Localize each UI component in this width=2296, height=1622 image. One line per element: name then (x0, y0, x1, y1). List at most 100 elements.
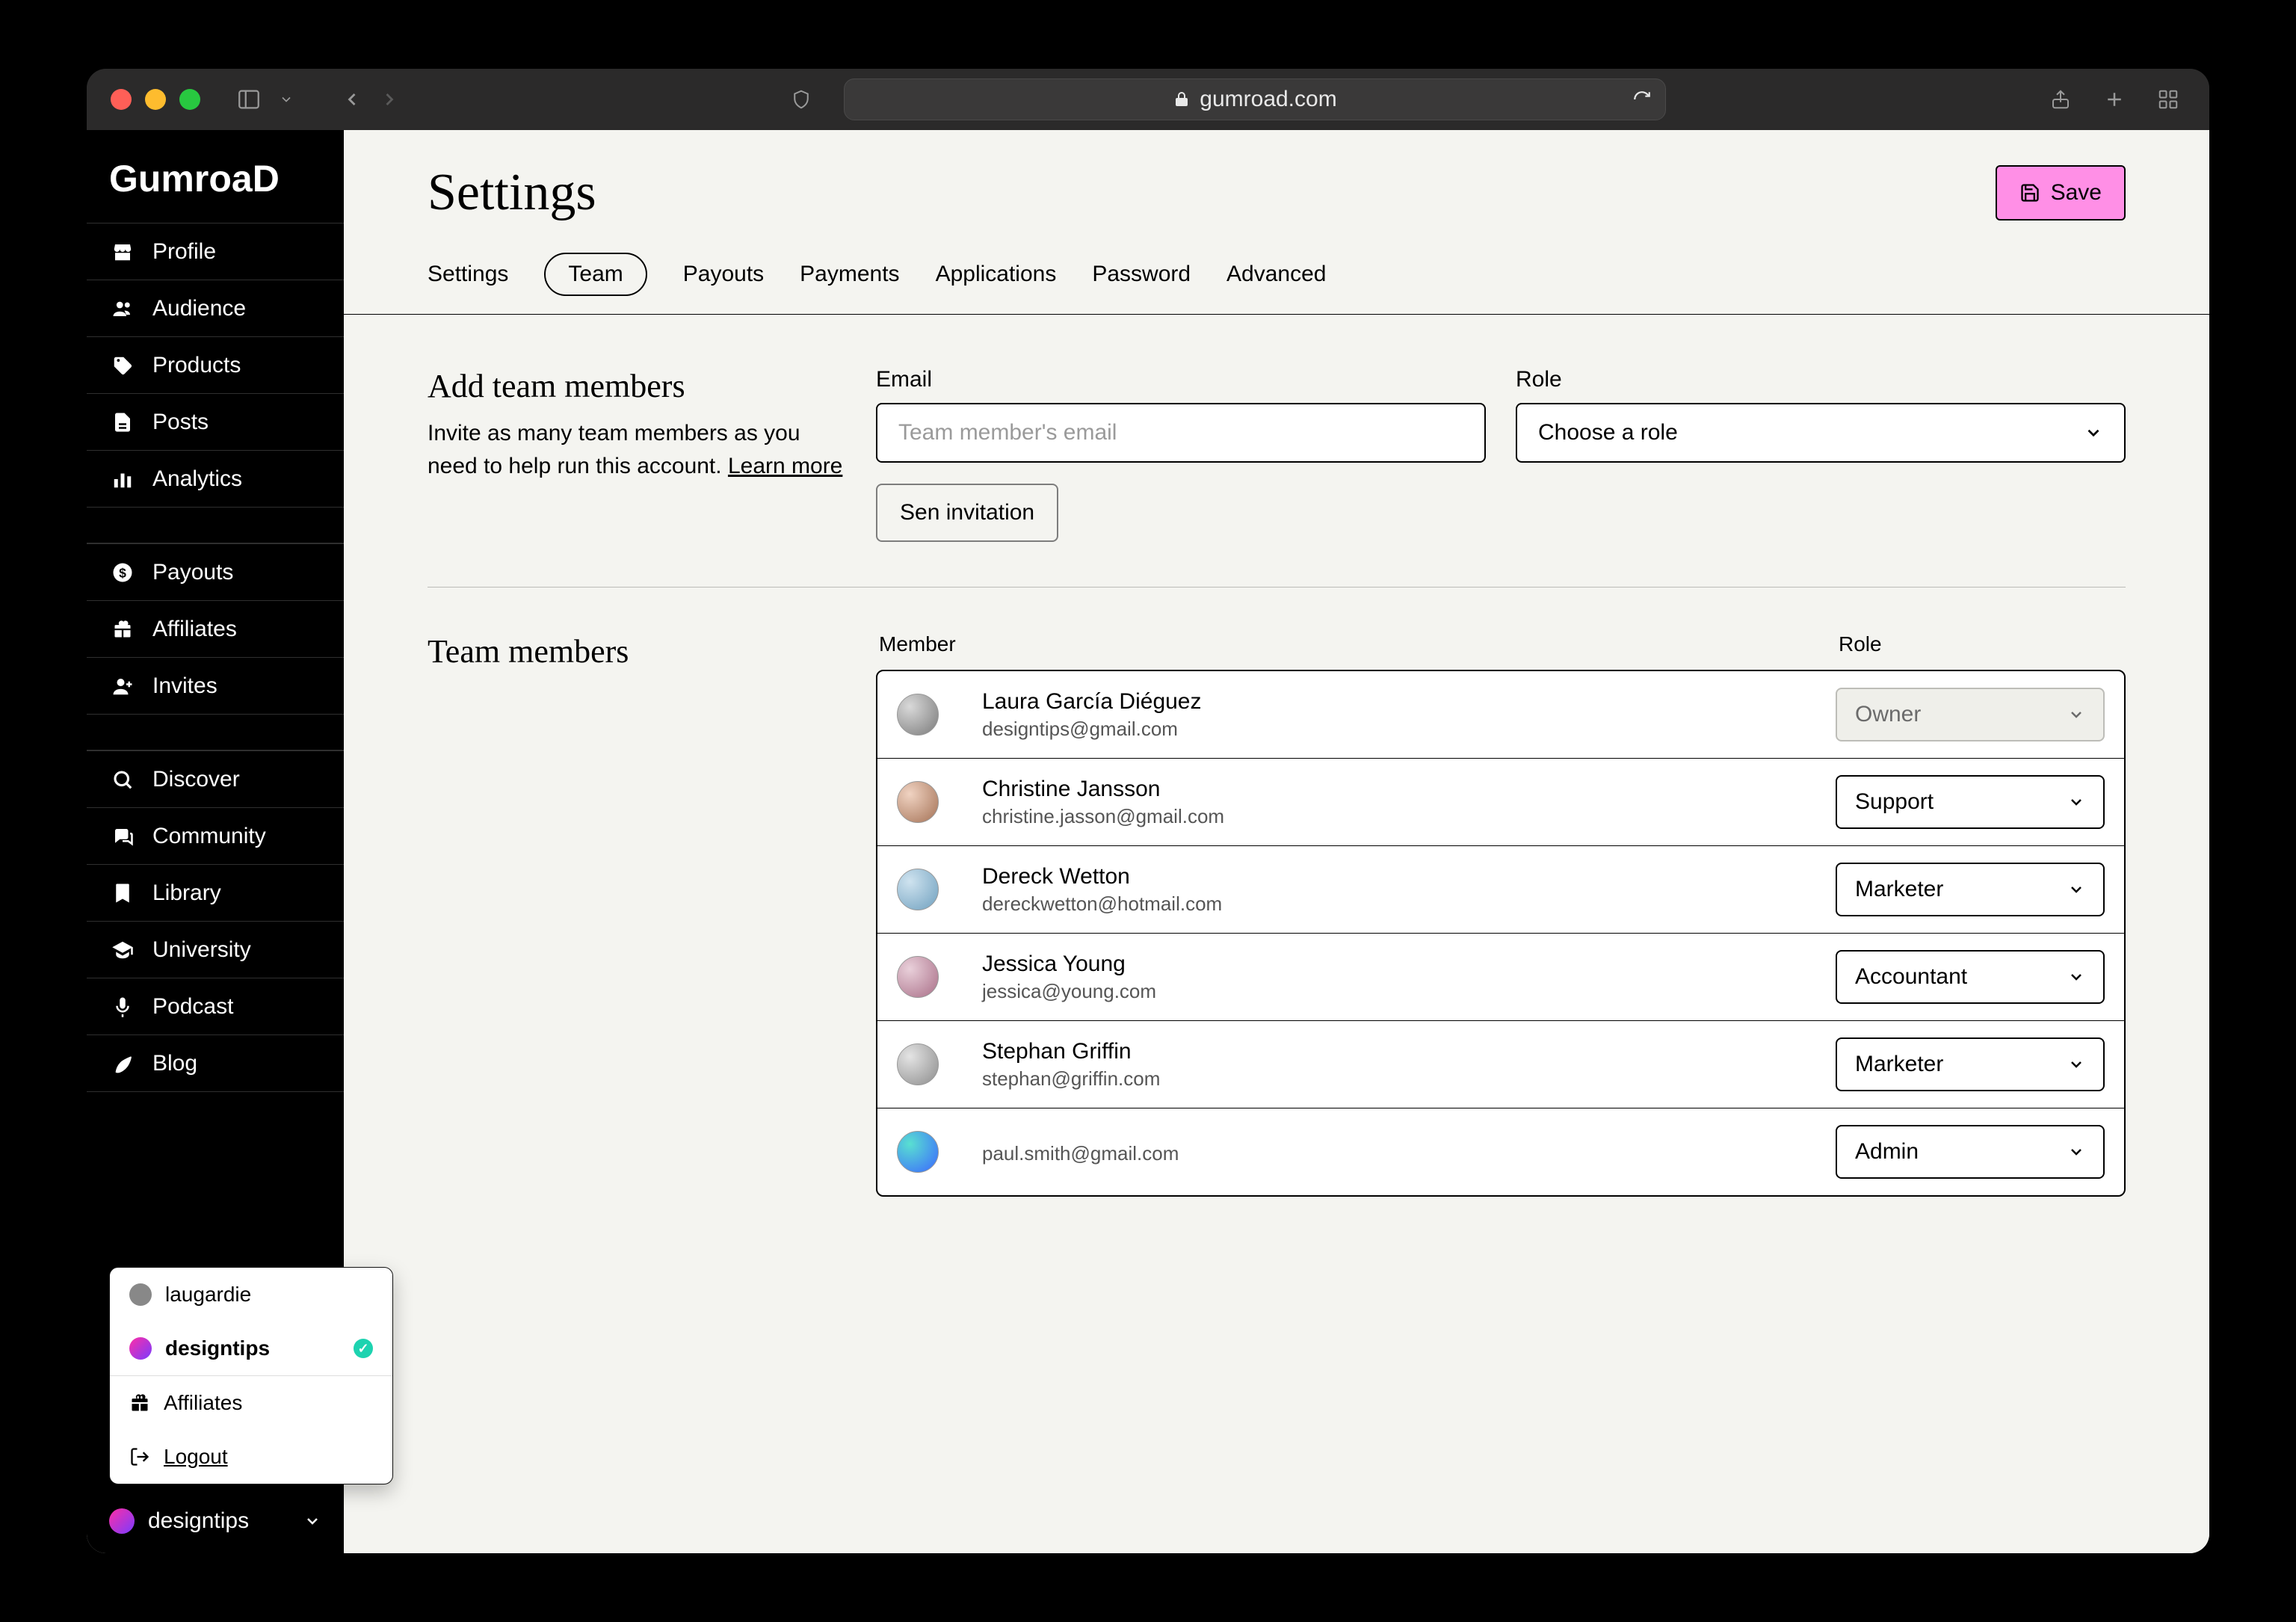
member-info: Stephan Griffinstephan@griffin.com (982, 1039, 1818, 1091)
sidebar-item-audience[interactable]: Audience (87, 280, 344, 337)
nav-group-2: $Payouts Affiliates Invites (87, 543, 344, 715)
gift-icon (129, 1393, 150, 1413)
member-info: Laura García Diéguezdesigntips@gmail.com (982, 689, 1818, 741)
page-header: Settings Save (344, 130, 2209, 241)
sidebar-item-profile[interactable]: Profile (87, 223, 344, 280)
chevron-down-icon (2067, 706, 2085, 724)
sidebar-item-university[interactable]: University (87, 922, 344, 978)
popover-logout[interactable]: Logout (110, 1430, 392, 1484)
tab-payouts[interactable]: Payouts (683, 253, 764, 296)
col-member: Member (879, 632, 1839, 656)
tab-password[interactable]: Password (1092, 253, 1191, 296)
account-name: designtips (148, 1508, 249, 1534)
privacy-shield-icon[interactable] (784, 82, 818, 117)
chevron-down-icon (2067, 968, 2085, 986)
table-row: paul.smith@gmail.comAdmin (877, 1108, 2124, 1195)
sidebar-item-discover[interactable]: Discover (87, 751, 344, 808)
popover-affiliates[interactable]: Affiliates (110, 1376, 392, 1430)
save-button[interactable]: Save (1996, 165, 2126, 221)
dollar-icon: $ (109, 561, 136, 584)
section-title: Team members (428, 632, 846, 670)
reload-icon[interactable] (1632, 90, 1652, 109)
tab-team[interactable]: Team (544, 253, 646, 296)
avatar (897, 781, 939, 823)
close-window[interactable] (111, 89, 132, 110)
new-tab-icon[interactable] (2097, 82, 2132, 117)
sidebar-item-analytics[interactable]: Analytics (87, 451, 344, 508)
address-bar[interactable]: gumroad.com (844, 78, 1666, 120)
table-row: Stephan Griffinstephan@griffin.com Market… (877, 1021, 2124, 1108)
nav-spacer (87, 715, 344, 750)
share-icon[interactable] (2043, 82, 2078, 117)
table-row: Dereck Wettondereckwetton@hotmail.com Mar… (877, 846, 2124, 934)
search-icon (109, 768, 136, 791)
sidebar-item-library[interactable]: Library (87, 865, 344, 922)
chevron-down-icon (2067, 1055, 2085, 1073)
back-button[interactable] (335, 82, 369, 117)
mic-icon (109, 996, 136, 1018)
role-select[interactable]: Marketer (1836, 863, 2105, 916)
sidebar-item-community[interactable]: Community (87, 808, 344, 865)
sidebar-item-label: Analytics (152, 466, 242, 492)
file-icon (109, 411, 136, 434)
fullscreen-window[interactable] (179, 89, 200, 110)
chat-icon (109, 825, 136, 848)
sidebar-item-invites[interactable]: Invites (87, 658, 344, 715)
sidebar-toggle-icon[interactable] (232, 82, 266, 117)
tab-advanced[interactable]: Advanced (1226, 253, 1326, 296)
avatar (897, 694, 939, 736)
minimize-window[interactable] (145, 89, 166, 110)
role-value: Admin (1855, 1139, 1919, 1165)
sidebar-item-label: Library (152, 881, 221, 906)
account-option-laugardie[interactable]: laugardie (110, 1268, 392, 1322)
account-name: designtips (165, 1336, 270, 1360)
chevron-down-icon[interactable] (269, 82, 303, 117)
account-switcher-popover: laugardie designtips ✓ Affiliates (109, 1267, 393, 1484)
members-table: Laura García Diéguezdesigntips@gmail.com… (876, 670, 2126, 1197)
col-role: Role (1839, 632, 2123, 656)
forward-button (372, 82, 407, 117)
avatar (129, 1337, 152, 1360)
tab-applications[interactable]: Applications (936, 253, 1057, 296)
send-invitation-button[interactable]: Sen invitation (876, 484, 1058, 542)
learn-more-link[interactable]: Learn more (728, 454, 842, 478)
sidebar-item-affiliates[interactable]: Affiliates (87, 601, 344, 658)
sidebar-item-posts[interactable]: Posts (87, 394, 344, 451)
sidebar-item-blog[interactable]: Blog (87, 1035, 344, 1092)
svg-text:$: $ (119, 565, 126, 580)
member-info: Dereck Wettondereckwetton@hotmail.com (982, 864, 1818, 916)
role-select[interactable]: Accountant (1836, 950, 2105, 1004)
browser-window: gumroad.com GumroaD ProfileAudienceProdu… (87, 69, 2209, 1553)
avatar (897, 869, 939, 910)
add-team-section: Add team members Invite as many team mem… (428, 367, 2126, 588)
sidebar-item-payouts[interactable]: $Payouts (87, 544, 344, 601)
tab-settings[interactable]: Settings (428, 253, 508, 296)
bars-icon (109, 468, 136, 490)
sidebar-item-products[interactable]: Products (87, 337, 344, 394)
sidebar-item-label: Blog (152, 1051, 197, 1076)
tab-overview-icon[interactable] (2151, 82, 2185, 117)
account-option-designtips[interactable]: designtips ✓ (110, 1322, 392, 1375)
url-host: gumroad.com (1200, 87, 1336, 112)
chevron-down-icon (2067, 1143, 2085, 1161)
sidebar-item-label: Discover (152, 767, 240, 792)
role-select[interactable]: Marketer (1836, 1037, 2105, 1091)
tab-payments[interactable]: Payments (800, 253, 899, 296)
member-email: designtips@gmail.com (982, 718, 1818, 741)
sidebar-item-label: Affiliates (152, 617, 237, 642)
avatar (897, 1131, 939, 1173)
account-switcher-button[interactable]: designtips (87, 1489, 344, 1553)
tag-icon (109, 354, 136, 377)
avatar (897, 1043, 939, 1085)
role-select[interactable]: Support (1836, 775, 2105, 829)
store-icon (109, 241, 136, 263)
role-select[interactable]: Choose a role (1516, 403, 2126, 463)
sidebar-item-label: Podcast (152, 994, 233, 1020)
table-row: Jessica Youngjessica@young.comAccountant (877, 934, 2124, 1021)
edu-icon (109, 939, 136, 961)
sidebar-item-podcast[interactable]: Podcast (87, 978, 344, 1035)
role-select[interactable]: Admin (1836, 1125, 2105, 1179)
role-value: Support (1855, 789, 1934, 815)
email-input[interactable] (876, 403, 1486, 463)
user-plus-icon (109, 675, 136, 697)
